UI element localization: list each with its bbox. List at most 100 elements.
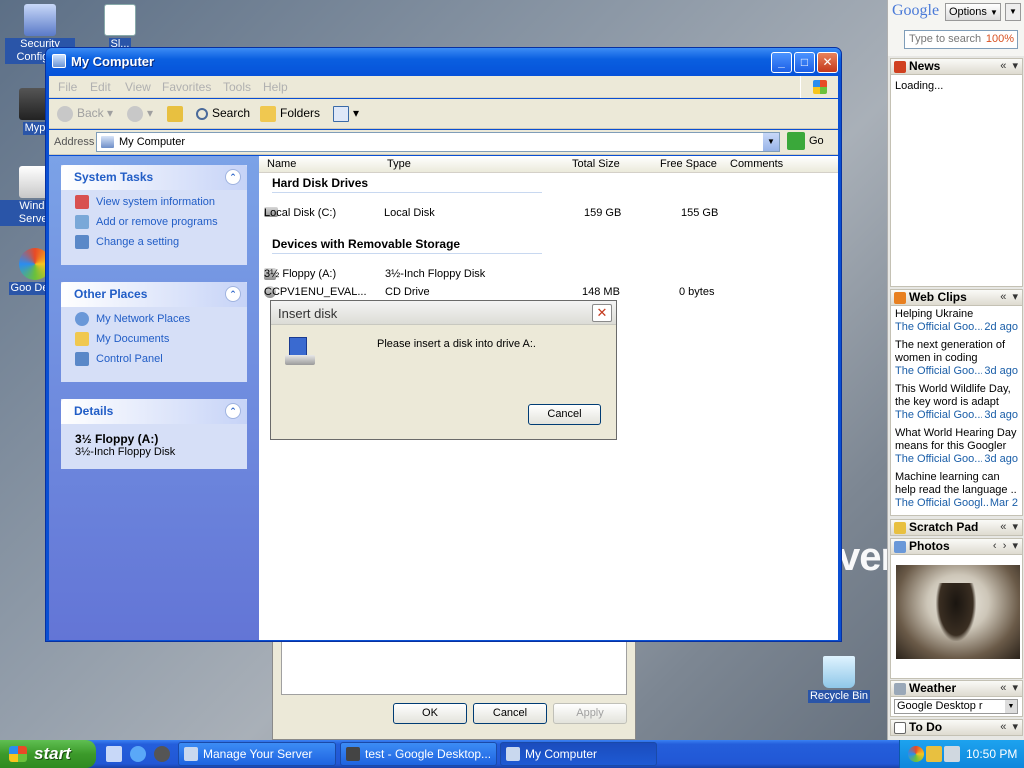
address-input[interactable]: My Computer ▼ bbox=[96, 132, 780, 152]
collapse-chevron-icon[interactable]: ⌃ bbox=[225, 169, 241, 185]
dialog-titlebar[interactable]: Insert disk ✕ bbox=[271, 301, 616, 325]
taskbar-item-my-computer[interactable]: My Computer bbox=[500, 742, 657, 766]
panel-controls[interactable]: « ▾ bbox=[1000, 59, 1018, 74]
panel-controls[interactable]: « ▾ bbox=[1000, 720, 1018, 735]
view-system-info-link[interactable]: View system information bbox=[61, 190, 247, 210]
system-tasks-header[interactable]: System Tasks ⌃ bbox=[61, 165, 247, 190]
forward-button[interactable]: ▾ bbox=[127, 106, 153, 122]
minimize-button[interactable]: _ bbox=[771, 52, 792, 73]
column-name[interactable]: Name bbox=[267, 158, 296, 170]
clip-headline: Machine learning can help read the langu… bbox=[895, 471, 1017, 496]
volume-tray-icon[interactable] bbox=[944, 746, 960, 762]
panel-controls[interactable]: « ▾ bbox=[1000, 290, 1018, 305]
options-button[interactable]: Options ▼ bbox=[945, 3, 1001, 21]
desktop-icon-sl[interactable]: Sl... bbox=[85, 4, 155, 51]
panel-controls[interactable]: « ▾ bbox=[1000, 681, 1018, 696]
raccoon-icon bbox=[346, 747, 360, 761]
window-titlebar[interactable]: My Computer _ □ ✕ bbox=[46, 48, 841, 76]
go-button[interactable]: Go bbox=[787, 132, 824, 150]
collapse-chevron-icon[interactable]: ⌃ bbox=[225, 403, 241, 419]
list-item[interactable]: The next generation of women in coding T… bbox=[891, 337, 1022, 381]
dialog-close-button[interactable]: ✕ bbox=[592, 304, 612, 322]
system-tasks-title: System Tasks bbox=[74, 170, 154, 184]
ok-button[interactable]: OK bbox=[393, 703, 467, 724]
list-item[interactable]: Machine learning can help read the langu… bbox=[891, 469, 1022, 513]
my-documents-link[interactable]: My Documents bbox=[61, 327, 247, 347]
search-placeholder: Type to search bbox=[909, 33, 982, 45]
dropdown-arrow-icon: ▼ bbox=[989, 8, 998, 17]
taskbar-item-google-desktop[interactable]: test - Google Desktop... bbox=[340, 742, 497, 766]
sidebar-search-input[interactable]: Type to search 100% bbox=[904, 30, 1018, 49]
panel-controls[interactable]: « ▾ bbox=[1000, 520, 1018, 535]
webclips-panel-header[interactable]: Web Clips « ▾ bbox=[890, 289, 1023, 306]
column-total-size[interactable]: Total Size bbox=[572, 158, 620, 170]
cancel-button[interactable]: Cancel bbox=[473, 703, 547, 724]
collapse-chevron-icon[interactable]: ⌃ bbox=[225, 286, 241, 302]
list-item[interactable]: This World Wildlife Day, the key word is… bbox=[891, 381, 1022, 425]
views-button[interactable]: ▾ bbox=[333, 106, 359, 122]
weather-select-value: Google Desktop r bbox=[897, 700, 983, 712]
clip-headline: What World Hearing Day means for this Go… bbox=[895, 427, 1017, 452]
address-dropdown-icon[interactable]: ▼ bbox=[763, 133, 779, 151]
control-panel-link[interactable]: Control Panel bbox=[61, 347, 247, 367]
clip-source-name: The Official Goo... bbox=[895, 321, 984, 333]
folders-button[interactable]: Folders bbox=[260, 106, 320, 122]
group-hard-disk-drives: Hard Disk Drives bbox=[272, 176, 542, 193]
maximize-button[interactable]: □ bbox=[794, 52, 815, 73]
link-label: My Network Places bbox=[96, 312, 191, 325]
list-item[interactable]: Helping Ukraine The Official Goo... 2d ag… bbox=[891, 306, 1022, 337]
table-row[interactable]: 3½ Floppy (A:) 3½-Inch Floppy Disk bbox=[259, 267, 838, 283]
windows-logo-icon bbox=[800, 76, 838, 98]
menu-help[interactable]: Help bbox=[263, 80, 288, 94]
details-name: 3½ Floppy (A:) bbox=[75, 432, 159, 446]
quicklaunch-desktop-icon[interactable] bbox=[106, 746, 122, 762]
photos-panel-header[interactable]: Photos ‹ › ▾ bbox=[890, 538, 1023, 555]
other-places-header[interactable]: Other Places ⌃ bbox=[61, 282, 247, 307]
scratchpad-panel-header[interactable]: Scratch Pad « ▾ bbox=[890, 519, 1023, 536]
column-type[interactable]: Type bbox=[387, 158, 411, 170]
menu-tools[interactable]: Tools bbox=[223, 80, 251, 94]
photo-thumbnail[interactable] bbox=[896, 565, 1020, 659]
menu-file[interactable]: File bbox=[58, 80, 77, 94]
taskbar-item-label: My Computer bbox=[525, 747, 598, 761]
google-desktop-tray-icon[interactable] bbox=[908, 746, 924, 762]
table-row[interactable]: Local Disk (C:) Local Disk 159 GB 155 GB bbox=[259, 206, 838, 222]
menu-edit[interactable]: Edit bbox=[90, 80, 111, 94]
todo-title: To Do bbox=[909, 720, 943, 734]
up-folder-button[interactable] bbox=[167, 106, 187, 122]
change-setting-link[interactable]: Change a setting bbox=[61, 230, 247, 250]
other-places-box: Other Places ⌃ My Network Places My Docu… bbox=[61, 282, 247, 382]
dialog-cancel-button[interactable]: Cancel bbox=[528, 404, 601, 425]
news-panel-header[interactable]: News « ▾ bbox=[890, 58, 1023, 75]
sidebar-menu-icon[interactable]: ▼ bbox=[1005, 3, 1021, 21]
column-comments[interactable]: Comments bbox=[730, 158, 783, 170]
news-panel-body: Loading... bbox=[890, 75, 1023, 287]
photo-nav-controls[interactable]: ‹ › ▾ bbox=[993, 539, 1018, 554]
table-row[interactable]: CCPV1ENU_EVAL... CD Drive 148 MB 0 bytes bbox=[259, 285, 838, 301]
link-label: Change a setting bbox=[96, 235, 180, 248]
search-button[interactable]: Search bbox=[196, 106, 250, 120]
menu-favorites[interactable]: Favorites bbox=[162, 80, 211, 94]
quicklaunch-raccoon-icon[interactable] bbox=[154, 746, 170, 762]
column-free-space[interactable]: Free Space bbox=[660, 158, 717, 170]
taskbar-item-manage-server[interactable]: Manage Your Server bbox=[178, 742, 336, 766]
weather-select[interactable]: Google Desktop r ▼ bbox=[894, 699, 1018, 714]
photos-panel-body bbox=[890, 555, 1023, 679]
quicklaunch-ie-icon[interactable] bbox=[130, 746, 146, 762]
add-remove-programs-link[interactable]: Add or remove programs bbox=[61, 210, 247, 230]
my-network-places-link[interactable]: My Network Places bbox=[61, 307, 247, 327]
weather-panel-header[interactable]: Weather « ▾ bbox=[890, 680, 1023, 697]
task-pane: System Tasks ⌃ View system information A… bbox=[49, 156, 259, 640]
network-tray-icon[interactable] bbox=[926, 746, 942, 762]
desktop-icon-recycle-bin[interactable]: Recycle Bin bbox=[804, 656, 874, 703]
back-button[interactable]: Back ▾ bbox=[57, 106, 113, 122]
back-label: Back bbox=[77, 106, 104, 121]
todo-panel-header[interactable]: To Do « ▾ bbox=[890, 719, 1023, 736]
details-header[interactable]: Details ⌃ bbox=[61, 399, 247, 424]
list-item[interactable]: What World Hearing Day means for this Go… bbox=[891, 425, 1022, 469]
other-places-title: Other Places bbox=[74, 287, 148, 301]
clip-source-name: The Official Goo... bbox=[895, 409, 984, 421]
start-button[interactable]: start bbox=[0, 740, 96, 768]
menu-view[interactable]: View bbox=[125, 80, 151, 94]
close-button[interactable]: ✕ bbox=[817, 52, 838, 73]
